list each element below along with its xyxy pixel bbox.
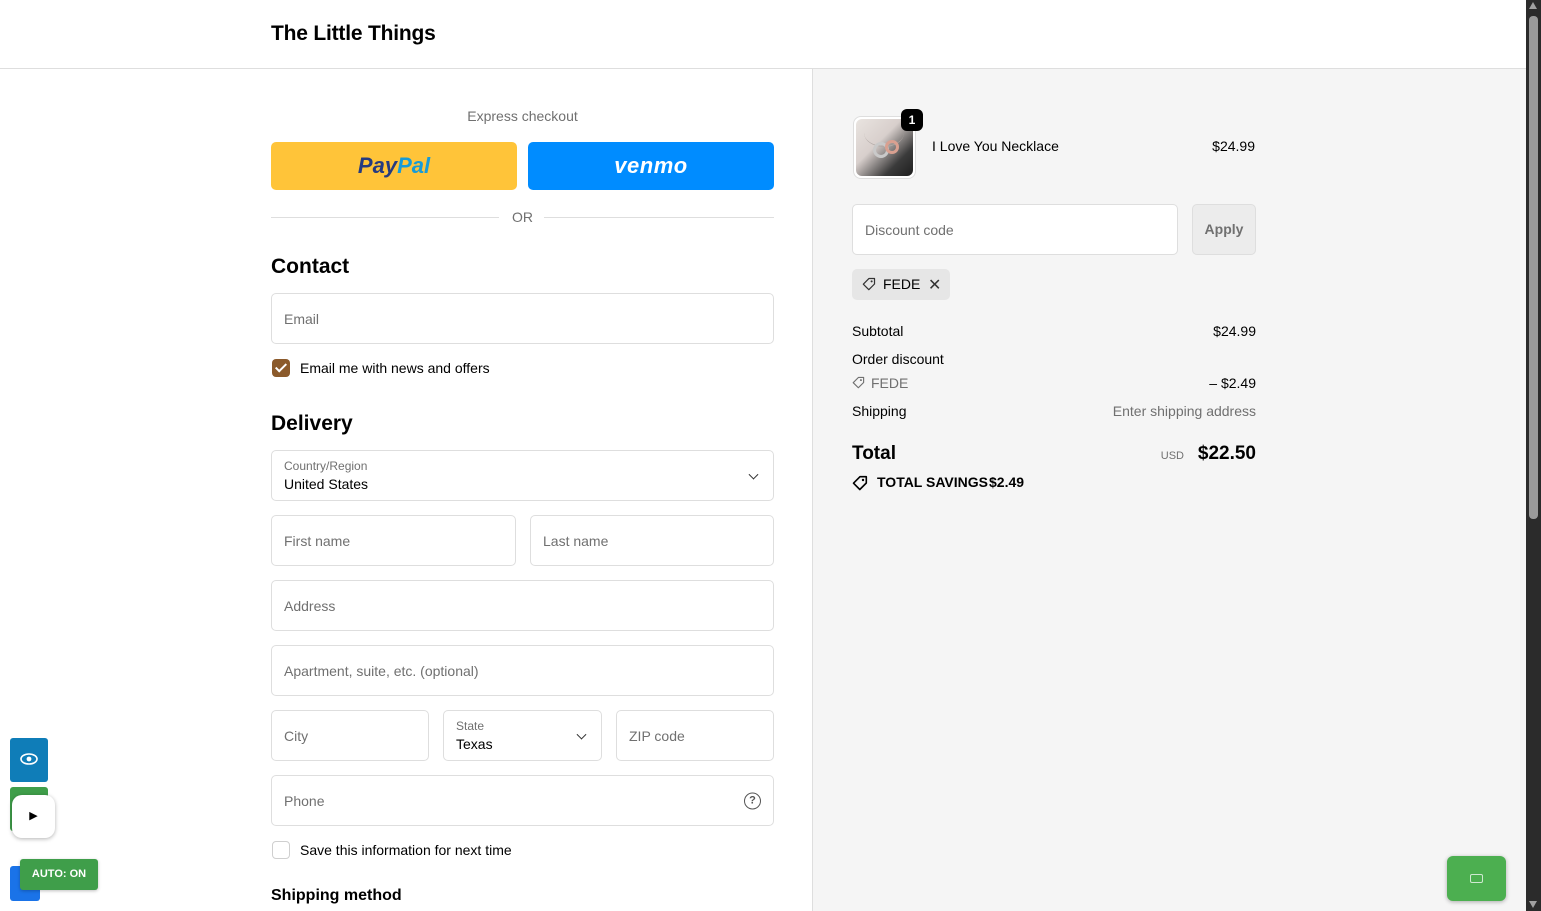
help-icon[interactable]: ? (744, 792, 761, 809)
discount-code-label: FEDE (871, 375, 909, 391)
chevron-down-icon (748, 469, 759, 480)
or-divider: OR (271, 207, 774, 227)
phone-field[interactable]: Phone ? (271, 775, 774, 826)
city-placeholder: City (284, 727, 309, 744)
play-button[interactable]: ▶ (12, 795, 55, 838)
state-label: State (456, 719, 485, 733)
scroll-down-icon[interactable] (1529, 901, 1537, 908)
email-placeholder: Email (284, 310, 320, 327)
address-placeholder: Address (284, 597, 336, 614)
total-value: $22.50 (1197, 443, 1256, 464)
phone-placeholder: Phone (284, 792, 325, 809)
tag-icon (862, 277, 876, 291)
paypal-logo-part2: Pal (397, 153, 431, 178)
state-value: Texas (456, 736, 493, 752)
total-label: Total (852, 443, 896, 464)
order-summary: 1 I Love You Necklace $24.99 Discount co… (812, 69, 1526, 911)
ring-rose (885, 140, 899, 154)
order-discount-label: Order discount (852, 351, 944, 367)
auto-toggle-button[interactable]: AUTO: ON (20, 859, 98, 890)
save-info-label: Save this information for next time (300, 842, 512, 858)
last-name-placeholder: Last name (543, 532, 609, 549)
savings-label: TOTAL SAVINGS (877, 474, 988, 490)
discount-code-input[interactable]: Discount code (852, 204, 1178, 255)
paypal-button[interactable]: Pay Pal (271, 142, 517, 190)
scrollbar[interactable] (1526, 0, 1541, 911)
zip-field[interactable]: ZIP code (616, 710, 774, 761)
apartment-field[interactable]: Apartment, suite, etc. (optional) (271, 645, 774, 696)
item-price: $24.99 (1212, 138, 1255, 154)
news-checkbox[interactable] (272, 359, 290, 377)
savings-value: $2.49 (989, 474, 1025, 490)
zip-placeholder: ZIP code (629, 727, 685, 744)
state-select[interactable]: State Texas (443, 710, 602, 761)
apply-button[interactable]: Apply (1192, 204, 1256, 255)
subtotal-value: $24.99 (1213, 323, 1256, 339)
subtotal-label: Subtotal (852, 323, 904, 339)
country-select[interactable]: Country/Region United States (271, 450, 774, 501)
address-field[interactable]: Address (271, 580, 774, 631)
apartment-placeholder: Apartment, suite, etc. (optional) (284, 662, 479, 679)
chevron-down-icon (576, 729, 587, 740)
discount-placeholder: Discount code (865, 222, 954, 238)
country-value: United States (284, 476, 369, 492)
first-name-field[interactable]: First name (271, 515, 516, 566)
divider-line-right (544, 217, 774, 218)
shipping-label: Shipping (852, 403, 907, 419)
first-name-placeholder: First name (284, 532, 351, 549)
contact-heading: Contact (271, 255, 350, 278)
delivery-heading: Delivery (271, 412, 353, 435)
chat-widget-button[interactable] (1447, 856, 1506, 901)
store-name[interactable]: The Little Things (271, 22, 436, 46)
header: The Little Things (0, 0, 1526, 69)
currency-label: USD (1160, 450, 1184, 462)
scroll-thumb[interactable] (1529, 16, 1538, 519)
chat-icon (1470, 874, 1483, 883)
express-checkout-title: Express checkout (467, 108, 578, 124)
shipping-method-heading: Shipping method (271, 887, 402, 904)
close-icon[interactable]: ✕ (928, 275, 941, 295)
last-name-field[interactable]: Last name (530, 515, 774, 566)
tag-icon (852, 376, 865, 389)
tags-icon (852, 475, 868, 491)
country-label: Country/Region (284, 459, 368, 473)
venmo-button[interactable]: venmo (528, 142, 774, 190)
eye-toggle-button[interactable] (10, 738, 48, 782)
discount-value: – $2.49 (1209, 375, 1256, 391)
quantity-badge: 1 (901, 109, 923, 131)
applied-discount-chip: FEDE ✕ (852, 269, 950, 300)
applied-code: FEDE (883, 276, 921, 292)
checkout-main: Express checkout Pay Pal venmo OR Contact… (0, 69, 812, 911)
city-field[interactable]: City (271, 710, 429, 761)
shipping-value: Enter shipping address (1112, 403, 1256, 419)
scroll-up-icon[interactable] (1529, 2, 1537, 9)
paypal-logo-part1: Pay (357, 153, 398, 178)
save-info-checkbox[interactable] (272, 841, 290, 859)
item-name: I Love You Necklace (932, 138, 1059, 154)
news-checkbox-label: Email me with news and offers (300, 360, 490, 376)
eye-icon (20, 753, 38, 765)
email-field[interactable]: Email (271, 293, 774, 344)
